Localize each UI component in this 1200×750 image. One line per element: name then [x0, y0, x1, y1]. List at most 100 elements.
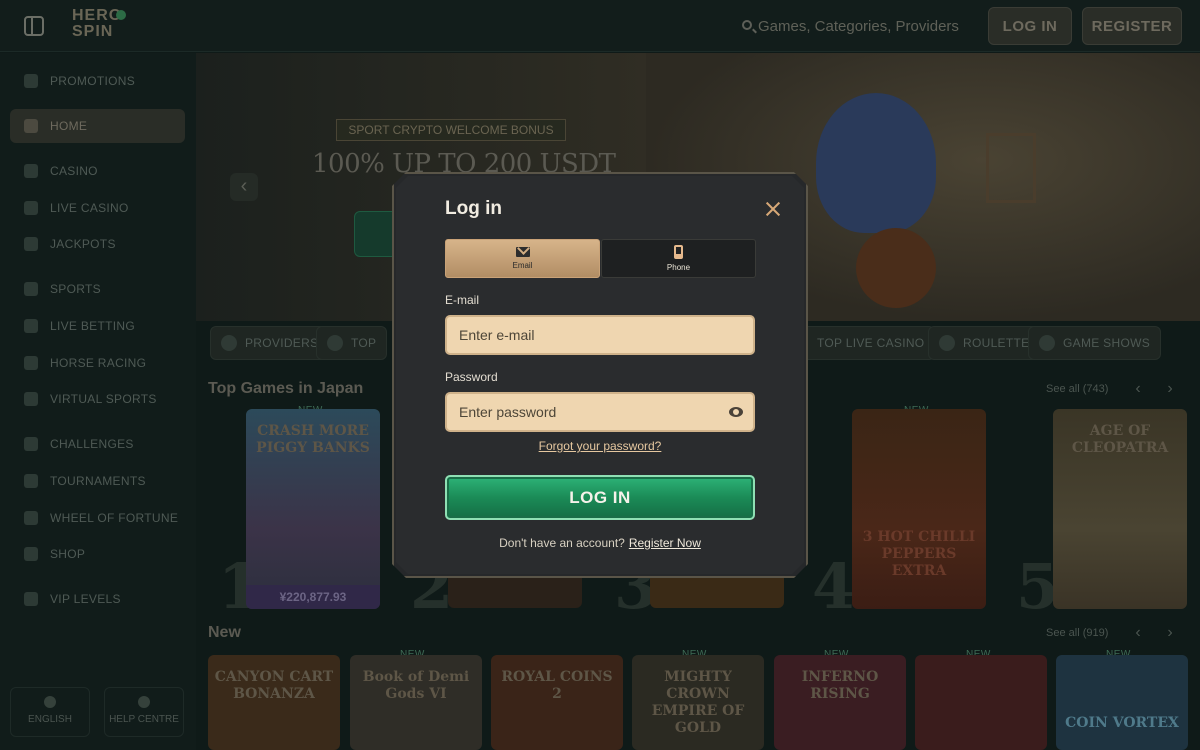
shop-icon: [24, 547, 38, 561]
chip-providers[interactable]: PROVIDERS: [210, 326, 330, 360]
sidebar-toggle-icon[interactable]: [24, 16, 44, 36]
login-submit-button[interactable]: LOG IN: [445, 475, 755, 520]
envelope-icon: [515, 247, 530, 257]
sidebar-item-label: TOURNAMENTS: [50, 474, 146, 488]
chip-label: PROVIDERS: [245, 336, 319, 350]
sidebar-item-virtual-sports[interactable]: VIRTUAL SPORTS: [10, 382, 185, 416]
chip-top[interactable]: TOP: [316, 326, 388, 360]
sidebar-item-live-betting[interactable]: LIVE BETTING: [10, 309, 185, 343]
roulette-icon: [939, 335, 955, 351]
sidebar-item-casino[interactable]: CASINO: [10, 154, 185, 188]
new-games-title: New: [208, 624, 241, 641]
phone-icon: [674, 245, 683, 259]
banner-tag: SPORT CRYPTO WELCOME BONUS: [336, 119, 566, 141]
header-login-button[interactable]: LOG IN: [988, 7, 1072, 45]
help-label: HELP CENTRE: [109, 714, 179, 725]
tab-phone[interactable]: Phone: [601, 239, 756, 278]
tab-email[interactable]: Email: [445, 239, 600, 278]
search-bar[interactable]: [730, 12, 980, 40]
chip-game-shows[interactable]: GAME SHOWS: [1028, 326, 1162, 360]
dragon-mascot-illustration: [816, 93, 936, 233]
search-input[interactable]: [758, 12, 973, 40]
sidebar-item-label: HOME: [50, 119, 88, 133]
game-card-title: Book of Demi Gods VI: [362, 669, 470, 702]
chip-top-live-casino[interactable]: TOP LIVE CASINO: [802, 326, 936, 360]
sidebar-item-wheel-of-fortune[interactable]: WHEEL OF FORTUNE: [10, 501, 185, 535]
chip-label: TOP LIVE CASINO: [817, 336, 925, 350]
sidebar-item-label: WHEEL OF FORTUNE: [50, 511, 179, 525]
forgot-password-link[interactable]: Forgot your password?: [392, 439, 808, 453]
game-card-title: MIGHTY CROWN EMPIRE OF GOLD: [651, 669, 745, 736]
sidebar-item-challenges[interactable]: CHALLENGES: [10, 427, 185, 461]
language-selector[interactable]: ENGLISH: [10, 687, 90, 737]
sidebar-item-home[interactable]: HOME: [10, 109, 185, 143]
banner-prev-button[interactable]: ‹: [230, 173, 258, 201]
email-field[interactable]: [445, 315, 755, 355]
game-card[interactable]: COIN VORTEX: [1056, 655, 1188, 750]
new-games-next-button[interactable]: ›: [1160, 623, 1180, 643]
sidebar-item-jackpots[interactable]: JACKPOTS: [10, 227, 185, 261]
rank-number: 4: [812, 550, 856, 623]
providers-icon: [221, 335, 237, 351]
language-label: ENGLISH: [28, 714, 72, 725]
game-card-title: CRASH MORE PIGGY BANKS: [256, 423, 370, 456]
live-icon: [24, 201, 38, 215]
game-card-title: CANYON CART BONANZA: [214, 669, 334, 702]
basketball-illustration: [856, 228, 936, 308]
horse-icon: [24, 356, 38, 370]
top-games-prev-button[interactable]: ‹: [1128, 379, 1148, 399]
eye-icon[interactable]: [729, 407, 743, 417]
register-now-link[interactable]: Register Now: [629, 536, 701, 550]
game-card[interactable]: 3 HOT CHILLI PEPPERS EXTRA: [852, 409, 986, 609]
game-card[interactable]: CANYON CART BONANZA: [208, 655, 340, 750]
password-input[interactable]: [459, 394, 719, 430]
game-card-title: COIN VORTEX: [1065, 715, 1179, 731]
sidebar-item-label: PROMOTIONS: [50, 74, 136, 88]
crown-icon: [24, 592, 38, 606]
sidebar-item-label: HORSE RACING: [50, 356, 147, 370]
logo[interactable]: HERO SPIN: [72, 8, 132, 40]
sidebar-item-shop[interactable]: SHOP: [10, 537, 185, 571]
register-prompt: Don't have an account? Register Now: [392, 536, 808, 550]
email-input[interactable]: [459, 317, 719, 353]
game-card[interactable]: MIGHTY CROWN EMPIRE OF GOLD: [632, 655, 764, 750]
sidebar-item-sports[interactable]: SPORTS: [10, 272, 185, 306]
sidebar-item-label: CASINO: [50, 164, 98, 178]
sidebar-item-promotions[interactable]: PROMOTIONS: [10, 64, 185, 98]
help-centre-button[interactable]: HELP CENTRE: [104, 687, 184, 737]
flag-icon: [44, 696, 56, 708]
new-games-prev-button[interactable]: ‹: [1128, 623, 1148, 643]
sidebar-item-vip-levels[interactable]: VIP LEVELS: [10, 582, 185, 616]
logo-line2: SPIN: [72, 23, 114, 40]
new-games-see-all[interactable]: See all (919): [1046, 627, 1108, 639]
top-games-see-all[interactable]: See all (743): [1046, 383, 1108, 395]
wheel-icon: [24, 511, 38, 525]
close-icon[interactable]: [762, 198, 784, 220]
sidebar-item-live-casino[interactable]: LIVE CASINO: [10, 191, 185, 225]
modal-title: Log in: [445, 198, 502, 219]
crown-icon: [327, 335, 343, 351]
game-card-title: 3 HOT CHILLI PEPPERS EXTRA: [862, 529, 976, 579]
sidebar-item-label: JACKPOTS: [50, 237, 116, 251]
game-card-title: ROYAL COINS 2: [501, 669, 613, 702]
sidebar-item-label: VIP LEVELS: [50, 592, 121, 606]
game-card[interactable]: CRASH MORE PIGGY BANKS ¥220,877.93: [246, 409, 380, 609]
sidebar-item-label: LIVE BETTING: [50, 319, 135, 333]
header-register-button[interactable]: REGISTER: [1082, 7, 1182, 45]
game-card-title: AGE OF CLEOPATRA: [1071, 423, 1169, 456]
trophy-icon: [24, 474, 38, 488]
password-field[interactable]: [445, 392, 755, 432]
game-card[interactable]: AGE OF CLEOPATRA: [1053, 409, 1187, 609]
sidebar-item-horse-racing[interactable]: HORSE RACING: [10, 346, 185, 380]
sidebar-item-tournaments[interactable]: TOURNAMENTS: [10, 464, 185, 498]
gift-icon: [24, 74, 38, 88]
virtual-icon: [24, 392, 38, 406]
search-icon: [742, 20, 752, 30]
game-card[interactable]: INFERNO RISING: [774, 655, 906, 750]
chip-roulette[interactable]: ROULETTE: [928, 326, 1041, 360]
game-card[interactable]: Book of Demi Gods VI: [350, 655, 482, 750]
game-card[interactable]: ROYAL COINS 2: [491, 655, 623, 750]
game-card[interactable]: [915, 655, 1047, 750]
home-icon: [24, 119, 38, 133]
top-games-next-button[interactable]: ›: [1160, 379, 1180, 399]
